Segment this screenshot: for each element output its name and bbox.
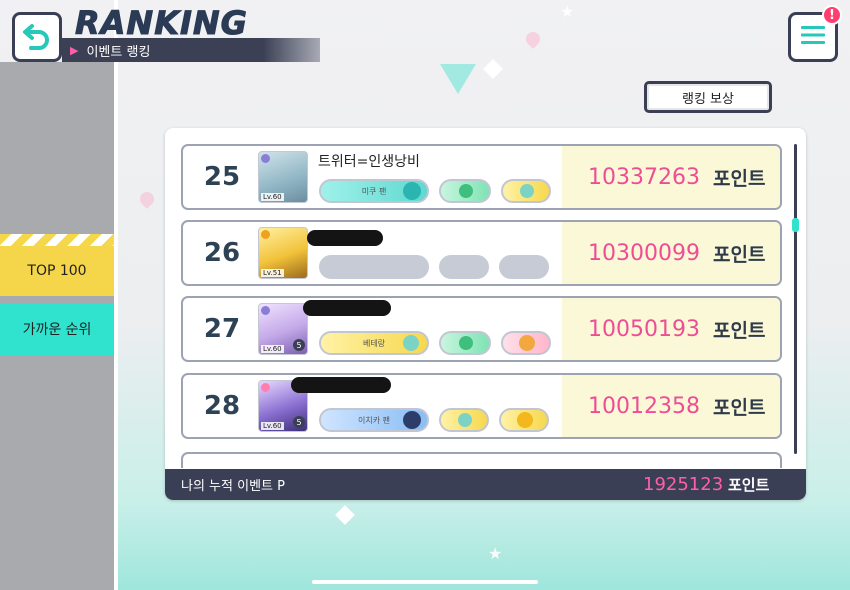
empty-badge-slot: [499, 255, 549, 279]
player-level: Lv.60: [261, 422, 284, 430]
heart-icon: [137, 189, 157, 209]
rank-number: 27: [203, 314, 241, 344]
character-icon: [403, 182, 421, 200]
tab-top100-label: TOP 100: [27, 263, 87, 279]
avatar[interactable]: Lv.60: [258, 151, 308, 203]
scrollbar[interactable]: [794, 144, 797, 454]
title-badge-label: 이치카 팬: [358, 415, 390, 425]
notification-badge: !: [822, 5, 842, 25]
rank-number: 25: [203, 162, 241, 192]
music-note-icon: [520, 184, 534, 198]
page-subtitle-bar: ▶ 이벤트 랭킹: [62, 38, 320, 62]
star-icon: ★: [488, 544, 503, 563]
title-badge: 미쿠 팬: [319, 179, 429, 203]
ranking-row[interactable]: 26 Lv.51 10300099 포인트: [181, 220, 782, 286]
score-value: 10050193: [588, 316, 700, 342]
my-event-points-bar: 나의 누적 이벤트 P 1925123 포인트: [165, 469, 806, 500]
rank-number: 28: [203, 391, 241, 421]
my-event-points-label: 나의 누적 이벤트 P: [181, 479, 285, 494]
page-subtitle: 이벤트 랭킹: [86, 44, 151, 60]
avatar[interactable]: Lv.51: [258, 227, 308, 279]
player-name: 트위터=인생낭비: [318, 154, 420, 170]
back-button[interactable]: [12, 12, 62, 62]
triangle-icon: [440, 64, 476, 94]
page-title: RANKING: [75, 4, 248, 43]
attribute-icon: [261, 154, 270, 163]
score-value: 10337263: [588, 164, 700, 190]
score-value: 10300099: [588, 240, 700, 266]
title-badge: [439, 331, 491, 355]
attribute-icon: [261, 383, 270, 392]
title-badge: [499, 408, 549, 432]
gem-icon: [459, 184, 473, 198]
player-level: Lv.51: [261, 269, 284, 277]
heart-icon: [523, 29, 543, 49]
master-rank-badge: 5: [293, 416, 305, 428]
empty-badge-slot: [319, 255, 429, 279]
attribute-icon: [261, 230, 270, 239]
ranking-reward-label: 랭킹 보상: [682, 91, 734, 107]
ranking-reward-button[interactable]: 랭킹 보상: [644, 81, 772, 113]
tab-top100[interactable]: TOP 100: [0, 246, 114, 296]
diamond-icon: [483, 59, 503, 79]
ranking-row-partial: [181, 452, 782, 468]
my-event-points-unit: 포인트: [728, 476, 770, 494]
title-badge: [501, 331, 551, 355]
triangle-right-icon: ▶: [70, 43, 79, 57]
player-level: Lv.60: [261, 193, 284, 201]
master-rank-badge: 5: [293, 339, 305, 351]
title-badge: [439, 179, 491, 203]
music-note-icon: [458, 413, 472, 427]
character-icon: [403, 411, 421, 429]
diamond-icon: [335, 505, 355, 525]
score-unit: 포인트: [713, 396, 766, 419]
censored-name: [291, 377, 391, 393]
attribute-icon: [261, 306, 270, 315]
title-badge-label: 미쿠 팬: [361, 186, 387, 196]
ranking-row[interactable]: 25 Lv.60 트위터=인생낭비 미쿠 팬 10337263 포인트: [181, 144, 782, 210]
title-badge: 이치카 팬: [319, 408, 429, 432]
character-icon: [519, 335, 535, 351]
score-unit: 포인트: [713, 319, 766, 342]
title-badge: 베테랑: [319, 331, 429, 355]
tab-nearby-rank-label: 가까운 순위: [22, 322, 92, 338]
score-unit: 포인트: [713, 243, 766, 266]
score-unit: 포인트: [713, 167, 766, 190]
censored-name: [307, 230, 383, 246]
hamburger-icon: [801, 25, 825, 49]
home-indicator[interactable]: [312, 580, 538, 584]
tab-nearby-rank[interactable]: 가까운 순위: [0, 303, 114, 355]
censored-name: [303, 300, 391, 316]
title-badge: [439, 408, 489, 432]
rail-stripes: [0, 234, 114, 246]
my-event-points-value: 1925123: [643, 474, 724, 495]
avatar[interactable]: Lv.60 5: [258, 303, 308, 355]
rail-divider: [114, 0, 118, 590]
ranking-row[interactable]: 27 Lv.60 5 베테랑 10050193 포인트: [181, 296, 782, 362]
player-level: Lv.60: [261, 345, 284, 353]
medal-icon: [517, 412, 533, 428]
title-badge-label: 베테랑: [362, 338, 386, 348]
scrollbar-thumb[interactable]: [792, 218, 799, 232]
star-icon: ★: [560, 2, 575, 21]
score-value: 10012358: [588, 393, 700, 419]
rank-number: 26: [203, 238, 241, 268]
empty-badge-slot: [439, 255, 489, 279]
ranking-row[interactable]: 28 Lv.60 5 이치카 팬 10012358 포인트: [181, 373, 782, 439]
back-arrow-icon: [22, 20, 52, 54]
music-note-icon: [403, 335, 419, 351]
title-badge: [501, 179, 551, 203]
gem-icon: [459, 336, 473, 350]
